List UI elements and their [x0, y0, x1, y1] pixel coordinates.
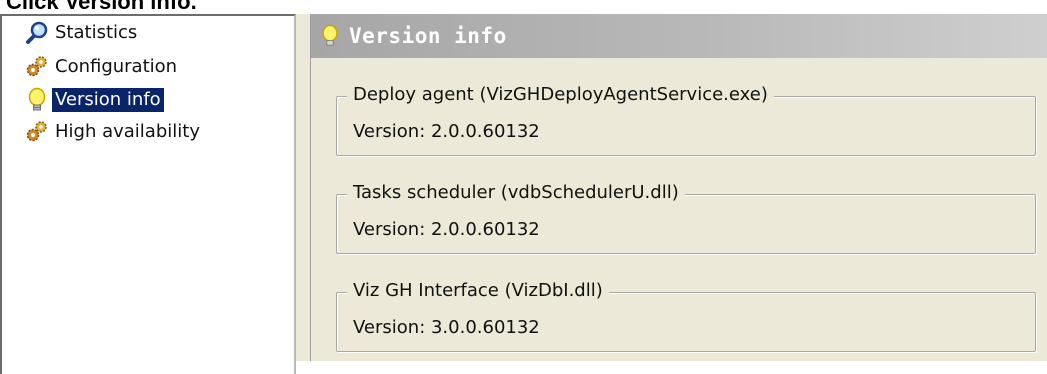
magnifier-icon [22, 20, 52, 46]
pane-splitter[interactable] [296, 14, 310, 361]
version-value: Version: 3.0.0.60132 [353, 317, 540, 338]
tree-item-configuration[interactable]: Configuration [22, 54, 180, 80]
tree-item-statistics[interactable]: Statistics [22, 20, 140, 46]
navigation-tree: Statistics Configuration Version info Hi… [0, 14, 296, 374]
tree-item-label: Version info [52, 88, 164, 112]
tree-item-label: High availability [55, 121, 200, 142]
gears-icon [22, 54, 52, 80]
tree-item-label: Statistics [55, 22, 138, 43]
version-info-panel: Version info Deploy agent (VizGHDeployAg… [310, 14, 1047, 361]
deploy-agent-group: Deploy agent (VizGHDeployAgentService.ex… [336, 83, 1036, 156]
tree-item-high-availability[interactable]: High availability [22, 119, 203, 145]
tasks-scheduler-group: Tasks scheduler (vdbSchedulerU.dll) Vers… [336, 181, 1036, 254]
group-title: Tasks scheduler (vdbSchedulerU.dll) [347, 181, 685, 205]
instruction-caption: Click Version info. [6, 0, 197, 14]
panel-title: Version info [349, 24, 507, 48]
viz-gh-interface-group: Viz GH Interface (VizDbI.dll) Version: 3… [336, 279, 1036, 352]
panel-header: Version info [311, 14, 1047, 58]
lightbulb-icon [22, 87, 52, 113]
gears-icon [22, 119, 52, 145]
group-title: Deploy agent (VizGHDeployAgentService.ex… [347, 83, 774, 107]
tree-item-label: Configuration [55, 56, 178, 77]
version-value: Version: 2.0.0.60132 [353, 121, 540, 142]
group-title: Viz GH Interface (VizDbI.dll) [347, 279, 609, 303]
version-value: Version: 2.0.0.60132 [353, 219, 540, 240]
tree-item-version-info[interactable]: Version info [22, 87, 164, 113]
lightbulb-icon [319, 23, 349, 49]
